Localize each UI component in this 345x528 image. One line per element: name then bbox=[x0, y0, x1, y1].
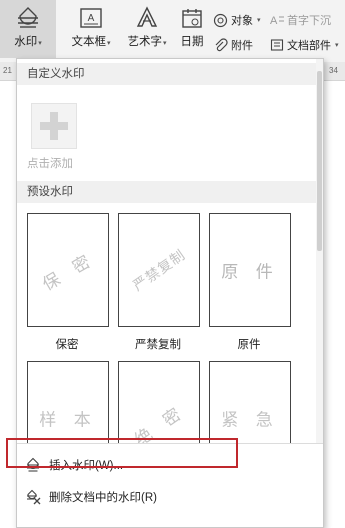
add-custom-watermark-button[interactable] bbox=[31, 103, 77, 149]
attachment-button[interactable]: 附件 bbox=[213, 37, 253, 53]
dropcap-button[interactable]: A 首字下沉 bbox=[270, 12, 331, 28]
watermark-text: 严禁复制 bbox=[130, 247, 189, 295]
delete-watermark-label: 删除文档中的水印(R) bbox=[49, 492, 157, 504]
dropcap-icon: A bbox=[270, 15, 284, 27]
calendar-icon bbox=[182, 9, 202, 28]
scrollbar-thumb[interactable] bbox=[317, 71, 322, 251]
textbox-button[interactable]: A 文本框▾ bbox=[68, 0, 114, 58]
date-button[interactable]: 日期 bbox=[176, 0, 208, 58]
docparts-label: 文档部件 bbox=[287, 40, 331, 52]
ruler-number-right: 34 bbox=[329, 66, 338, 75]
watermark-label: 水印 bbox=[14, 36, 38, 48]
preset-watermark-header: 预设水印 bbox=[17, 181, 317, 203]
watermark-text: 原 件 bbox=[221, 262, 279, 283]
highlight-box bbox=[6, 438, 238, 468]
watermark-text: 保 密 bbox=[39, 249, 100, 296]
object-icon bbox=[213, 13, 228, 27]
plus-icon bbox=[40, 112, 68, 140]
custom-watermark-header: 自定义水印 bbox=[17, 63, 317, 85]
preset-watermark-label: 原件 bbox=[237, 339, 261, 351]
svg-text:A: A bbox=[88, 13, 95, 24]
watermark-button[interactable]: 水印▾ bbox=[0, 0, 56, 58]
ruler-number-left: 21 bbox=[3, 66, 12, 75]
dropcap-label: 首字下沉 bbox=[287, 15, 331, 27]
ribbon-toolbar: 水印▾ A 文本框▾ 艺术字▾ 日期 对象 ▾ 附件 A 首字下沉 文档部件 ▾ bbox=[0, 0, 345, 63]
preset-watermark-label: 保密 bbox=[55, 339, 79, 351]
svg-text:A: A bbox=[270, 15, 278, 27]
delete-watermark-item[interactable]: 删除文档中的水印(R) bbox=[17, 484, 317, 510]
paperclip-icon bbox=[215, 37, 228, 51]
watermark-icon bbox=[18, 7, 38, 28]
textbox-icon: A bbox=[80, 8, 102, 28]
preset-watermark-card[interactable]: 严禁复制 bbox=[118, 213, 200, 327]
date-label: 日期 bbox=[180, 36, 204, 48]
wordart-icon bbox=[136, 6, 158, 27]
add-custom-watermark-label: 点击添加 bbox=[27, 158, 73, 170]
object-button[interactable]: 对象 ▾ bbox=[213, 12, 261, 28]
preset-watermark-label: 严禁复制 bbox=[135, 339, 181, 351]
watermark-text: 紧 急 bbox=[221, 410, 279, 431]
attachment-label: 附件 bbox=[231, 40, 253, 52]
watermark-text: 样 本 bbox=[39, 410, 97, 431]
wordart-label: 艺术字 bbox=[127, 36, 162, 48]
preset-watermark-card[interactable]: 原 件 bbox=[209, 213, 291, 327]
object-label: 对象 bbox=[231, 15, 253, 27]
wordart-button[interactable]: 艺术字▾ bbox=[122, 0, 172, 58]
preset-watermark-card[interactable]: 保 密 bbox=[27, 213, 109, 327]
docparts-button[interactable]: 文档部件 ▾ bbox=[270, 37, 339, 53]
delete-watermark-icon bbox=[27, 489, 41, 505]
textbox-label: 文本框 bbox=[71, 36, 106, 48]
dropdown-scrollbar[interactable] bbox=[316, 59, 323, 451]
docparts-icon bbox=[270, 39, 284, 51]
